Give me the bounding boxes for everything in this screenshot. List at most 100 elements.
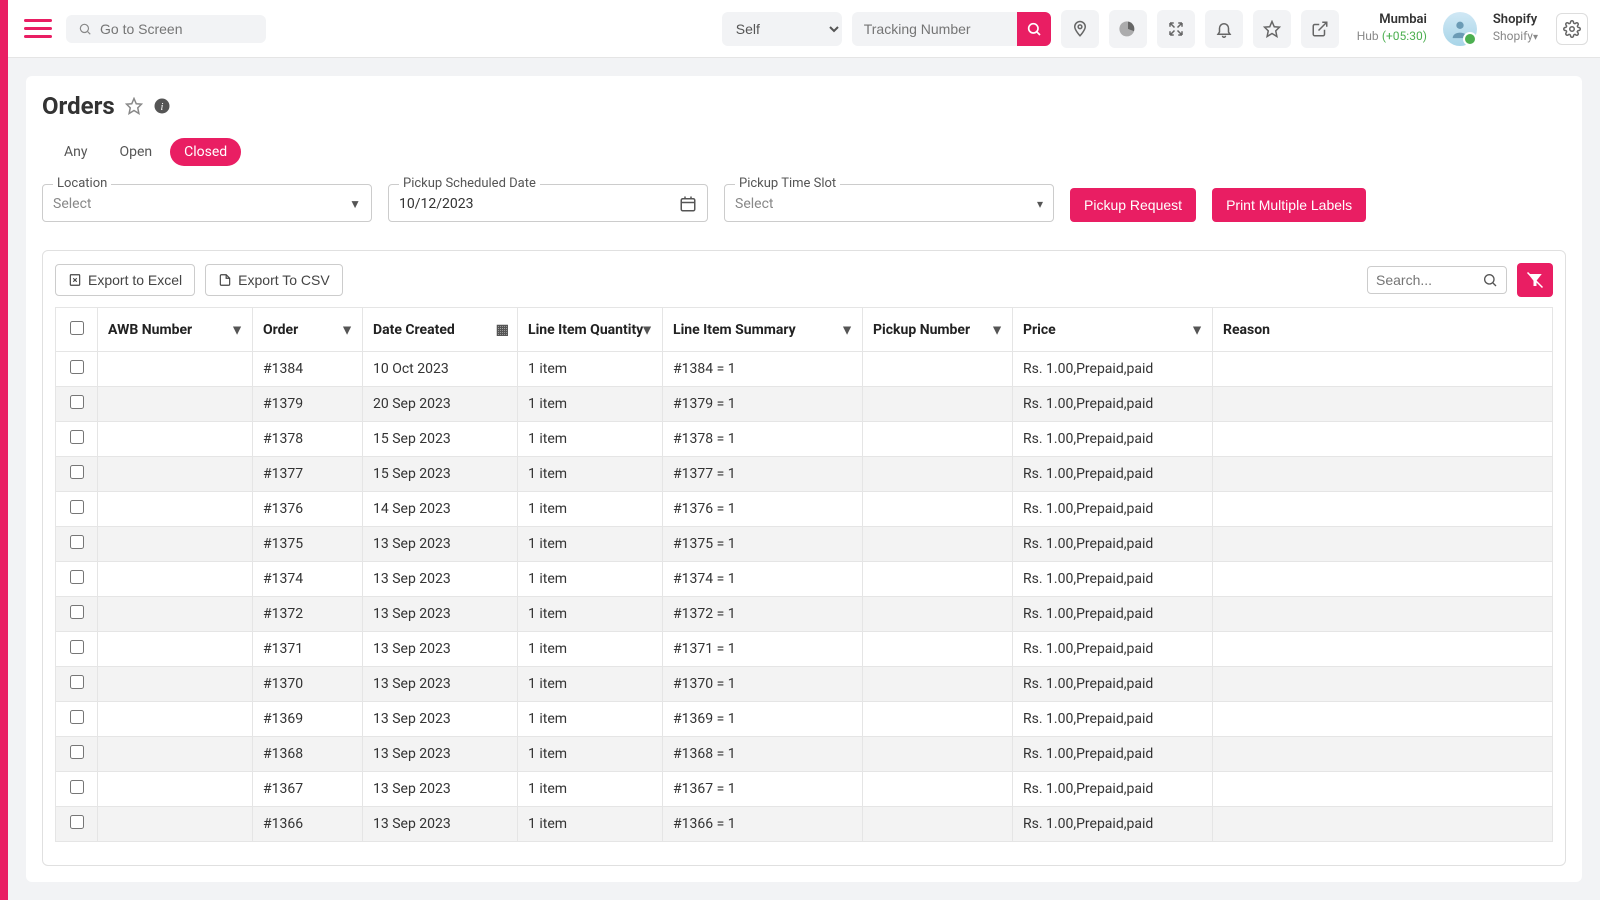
external-link-icon (1311, 20, 1329, 38)
cell-qty: 1 item (518, 457, 663, 492)
cell-order: #1368 (253, 737, 363, 772)
cell-order: #1369 (253, 702, 363, 737)
select-all-checkbox[interactable] (70, 321, 84, 335)
cell-pickup (863, 422, 1013, 457)
table-row[interactable]: #137013 Sep 20231 item#1370 = 1Rs. 1.00,… (56, 667, 1553, 702)
table-row[interactable]: #137815 Sep 20231 item#1378 = 1Rs. 1.00,… (56, 422, 1553, 457)
table-row[interactable]: #136813 Sep 20231 item#1368 = 1Rs. 1.00,… (56, 737, 1553, 772)
avatar[interactable] (1443, 12, 1477, 46)
table-row[interactable]: #136613 Sep 20231 item#1366 = 1Rs. 1.00,… (56, 807, 1553, 842)
cell-pickup (863, 527, 1013, 562)
star-icon (1263, 20, 1281, 38)
search-screen-input[interactable] (100, 21, 254, 37)
row-checkbox[interactable] (70, 675, 84, 689)
cell-summary: #1368 = 1 (663, 737, 863, 772)
table-row[interactable]: #136713 Sep 20231 item#1367 = 1Rs. 1.00,… (56, 772, 1553, 807)
filter-icon[interactable]: ▼ (1190, 321, 1204, 338)
expand-button[interactable] (1157, 10, 1195, 48)
row-checkbox[interactable] (70, 780, 84, 794)
cell-qty: 1 item (518, 492, 663, 527)
row-checkbox[interactable] (70, 465, 84, 479)
cell-price: Rs. 1.00,Prepaid,paid (1013, 387, 1213, 422)
expand-icon (1167, 20, 1185, 38)
row-checkbox[interactable] (70, 745, 84, 759)
filter-icon[interactable]: ▼ (840, 321, 854, 338)
page-content: Orders i Any Open Closed Location Select… (26, 76, 1582, 882)
row-checkbox[interactable] (70, 430, 84, 444)
row-checkbox[interactable] (70, 815, 84, 829)
bell-button[interactable] (1205, 10, 1243, 48)
cell-summary: #1370 = 1 (663, 667, 863, 702)
cell-date: 13 Sep 2023 (363, 807, 518, 842)
table-search-input[interactable] (1376, 272, 1476, 288)
cell-order: #1375 (253, 527, 363, 562)
pickup-date-input[interactable]: Pickup Scheduled Date 10/12/2023 (388, 184, 708, 222)
star-icon[interactable] (125, 97, 143, 115)
col-price: Price▼ (1013, 308, 1213, 352)
filter-icon[interactable]: ▼ (990, 321, 1004, 338)
filter-icon[interactable]: ▼ (640, 321, 654, 338)
cell-qty: 1 item (518, 737, 663, 772)
table-row[interactable]: #137213 Sep 20231 item#1372 = 1Rs. 1.00,… (56, 597, 1553, 632)
cell-reason (1213, 457, 1553, 492)
filter-icon[interactable]: ▼ (340, 321, 354, 338)
table-row[interactable]: #136913 Sep 20231 item#1369 = 1Rs. 1.00,… (56, 702, 1553, 737)
table-row[interactable]: #137920 Sep 20231 item#1379 = 1Rs. 1.00,… (56, 387, 1553, 422)
cell-date: 13 Sep 2023 (363, 667, 518, 702)
cell-summary: #1371 = 1 (663, 632, 863, 667)
row-checkbox[interactable] (70, 640, 84, 654)
print-labels-button[interactable]: Print Multiple Labels (1212, 188, 1366, 222)
clear-filters-button[interactable] (1517, 263, 1553, 297)
location-select[interactable]: Location Select ▼ (42, 184, 372, 222)
tracking-search-button[interactable] (1017, 12, 1051, 46)
user-meta[interactable]: Shopify Shopify▾ (1493, 12, 1538, 44)
settings-button[interactable] (1556, 13, 1588, 45)
table-row[interactable]: #138410 Oct 20231 item#1384 = 1Rs. 1.00,… (56, 352, 1553, 387)
cell-reason (1213, 387, 1553, 422)
cell-pickup (863, 492, 1013, 527)
info-icon[interactable]: i (153, 97, 171, 115)
user-icon (1449, 18, 1471, 40)
calendar-icon[interactable]: ▦ (496, 322, 509, 338)
chevron-down-icon: ▾ (1037, 197, 1043, 211)
tracking-input[interactable] (852, 12, 1017, 46)
tab-closed[interactable]: Closed (170, 138, 241, 166)
table-search[interactable] (1367, 266, 1507, 294)
tab-open[interactable]: Open (106, 138, 167, 166)
cell-price: Rs. 1.00,Prepaid,paid (1013, 422, 1213, 457)
self-select[interactable]: Self (722, 12, 842, 46)
table-row[interactable]: #137413 Sep 20231 item#1374 = 1Rs. 1.00,… (56, 562, 1553, 597)
row-checkbox[interactable] (70, 500, 84, 514)
pickup-slot-select[interactable]: Pickup Time Slot Select ▾ (724, 184, 1054, 222)
cell-price: Rs. 1.00,Prepaid,paid (1013, 492, 1213, 527)
row-checkbox[interactable] (70, 570, 84, 584)
pie-chart-button[interactable] (1109, 10, 1147, 48)
row-checkbox[interactable] (70, 395, 84, 409)
cell-qty: 1 item (518, 527, 663, 562)
table-row[interactable]: #137614 Sep 20231 item#1376 = 1Rs. 1.00,… (56, 492, 1553, 527)
row-checkbox[interactable] (70, 360, 84, 374)
excel-icon (68, 273, 82, 287)
tab-any[interactable]: Any (50, 138, 102, 166)
row-checkbox[interactable] (70, 535, 84, 549)
menu-button[interactable] (20, 13, 56, 44)
location-pin-button[interactable] (1061, 10, 1099, 48)
export-csv-button[interactable]: Export To CSV (205, 264, 343, 296)
cell-qty: 1 item (518, 562, 663, 597)
cell-qty: 1 item (518, 422, 663, 457)
pickup-request-button[interactable]: Pickup Request (1070, 188, 1196, 222)
star-button[interactable] (1253, 10, 1291, 48)
row-checkbox[interactable] (70, 710, 84, 724)
cell-qty: 1 item (518, 387, 663, 422)
table-row[interactable]: #137513 Sep 20231 item#1375 = 1Rs. 1.00,… (56, 527, 1553, 562)
table-row[interactable]: #137715 Sep 20231 item#1377 = 1Rs. 1.00,… (56, 457, 1553, 492)
external-link-button[interactable] (1301, 10, 1339, 48)
row-checkbox[interactable] (70, 605, 84, 619)
table-row[interactable]: #137113 Sep 20231 item#1371 = 1Rs. 1.00,… (56, 632, 1553, 667)
export-excel-button[interactable]: Export to Excel (55, 264, 195, 296)
search-screen[interactable] (66, 15, 266, 43)
hub-info: Mumbai Hub (+05:30) (1357, 12, 1427, 46)
cell-awb (98, 807, 253, 842)
cell-reason (1213, 597, 1553, 632)
filter-icon[interactable]: ▼ (230, 321, 244, 338)
